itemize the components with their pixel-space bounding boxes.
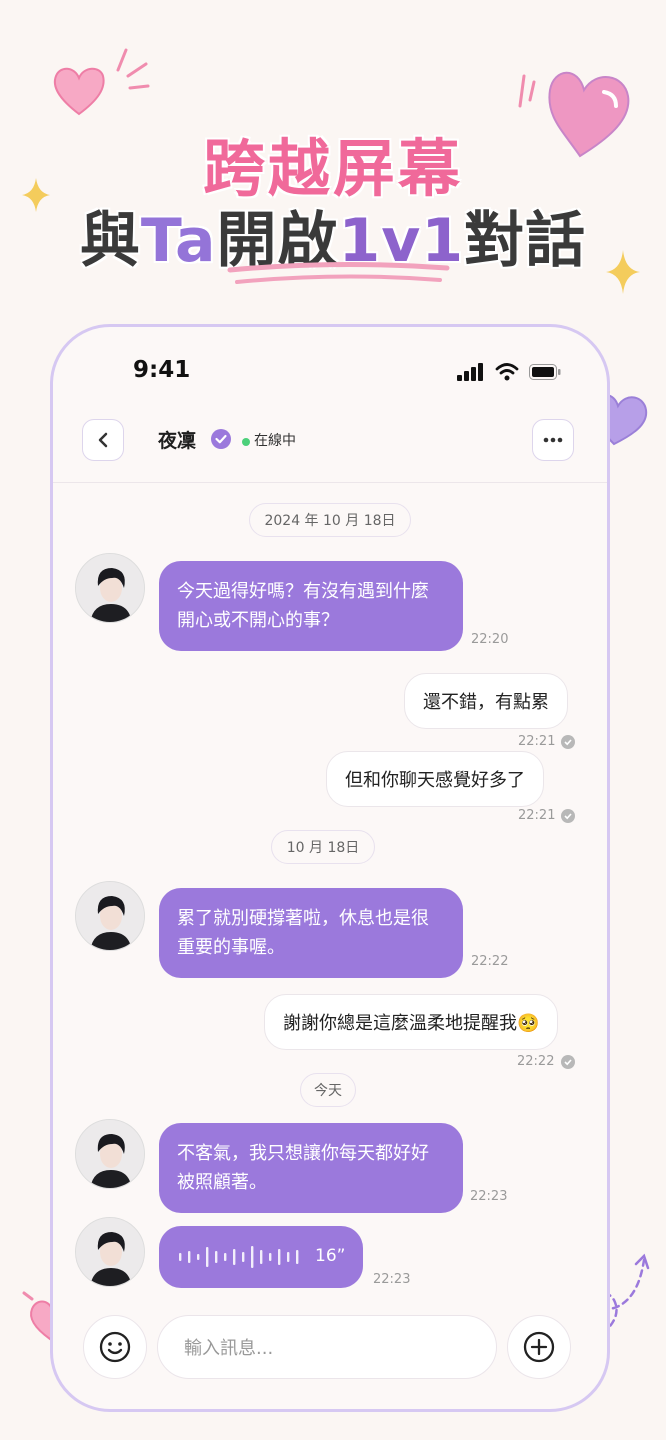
- message-bubble-incoming: 今天過得好嗎？有沒有遇到什麼開心或不開心的事？: [159, 561, 463, 651]
- sparkle-lines-icon: [518, 74, 536, 108]
- message-time: 22:21: [518, 734, 556, 749]
- message-bubble-incoming: 累了就別硬撐著啦，休息也是很重要的事喔。: [159, 888, 463, 978]
- voice-message-bubble[interactable]: 16”: [159, 1226, 363, 1288]
- message-time: 22:20: [471, 632, 509, 647]
- back-button[interactable]: [82, 419, 124, 461]
- avatar[interactable]: [75, 553, 145, 623]
- voice-duration: 16”: [315, 1246, 346, 1266]
- message-bubble-outgoing: 謝謝你總是這麼溫柔地提醒我🥺: [264, 994, 559, 1050]
- status-icons: [457, 363, 561, 381]
- read-check-icon: [561, 809, 575, 823]
- avatar-portrait: [76, 882, 144, 950]
- date-separator: 10 月 18日: [271, 830, 375, 864]
- date-separator: 2024 年 10 月 18日: [249, 503, 411, 537]
- avatar[interactable]: [75, 1217, 145, 1287]
- message-time: 22:23: [373, 1272, 411, 1287]
- smiley-icon: [99, 1331, 131, 1363]
- contact-name: 夜凜: [158, 430, 197, 452]
- avatar-portrait: [76, 1120, 144, 1188]
- avatar-portrait: [76, 554, 144, 622]
- phone-frame: 9:41 夜凜 在線中 2024 年 10 月 18日 今天過得好嗎？有沒有遇到…: [50, 324, 610, 1412]
- message-bubble-outgoing: 還不錯，有點累: [404, 673, 568, 729]
- avatar[interactable]: [75, 1119, 145, 1189]
- message-bubble-outgoing: 但和你聊天感覺好多了: [326, 751, 544, 807]
- message-time: 22:21: [518, 808, 556, 823]
- sparkle-lines-icon: [116, 48, 150, 90]
- underline-stroke: [227, 261, 450, 284]
- message-input[interactable]: 輸入訊息...: [157, 1315, 497, 1379]
- message-bubble-incoming: 不客氣，我只想讓你每天都好好被照顧著。: [159, 1123, 463, 1213]
- chat-header: 夜凜 在線中: [53, 413, 607, 483]
- avatar-portrait: [76, 1218, 144, 1286]
- message-time: 22:22: [517, 1054, 555, 1069]
- battery-icon: [529, 364, 561, 380]
- message-time: 22:23: [470, 1189, 508, 1204]
- sparkle-icon: [22, 178, 50, 212]
- emoji-button[interactable]: [83, 1315, 147, 1379]
- signal-icon: [457, 363, 483, 381]
- status-bar: 9:41: [53, 327, 607, 417]
- more-dots-icon: [543, 437, 563, 443]
- waveform-icon: [179, 1246, 299, 1268]
- wifi-icon: [495, 363, 519, 381]
- read-check-icon: [561, 1055, 575, 1069]
- date-separator: 今天: [300, 1073, 356, 1107]
- online-status: 在線中: [254, 433, 296, 449]
- purple-pink-heart-icon: [548, 71, 630, 158]
- status-time: 9:41: [133, 357, 191, 383]
- chevron-left-icon: [98, 432, 108, 448]
- online-dot: [242, 438, 250, 446]
- read-check-icon: [561, 735, 575, 749]
- input-bar: 輸入訊息...: [53, 1312, 607, 1382]
- add-attachment-button[interactable]: [507, 1315, 571, 1379]
- sparkle-icon: [606, 250, 640, 294]
- verified-badge-icon: [211, 429, 231, 449]
- more-options-button[interactable]: [532, 419, 574, 461]
- plus-circle-icon: [523, 1331, 555, 1363]
- message-time: 22:22: [471, 954, 509, 969]
- pink-heart-icon: [53, 67, 105, 116]
- avatar[interactable]: [75, 881, 145, 951]
